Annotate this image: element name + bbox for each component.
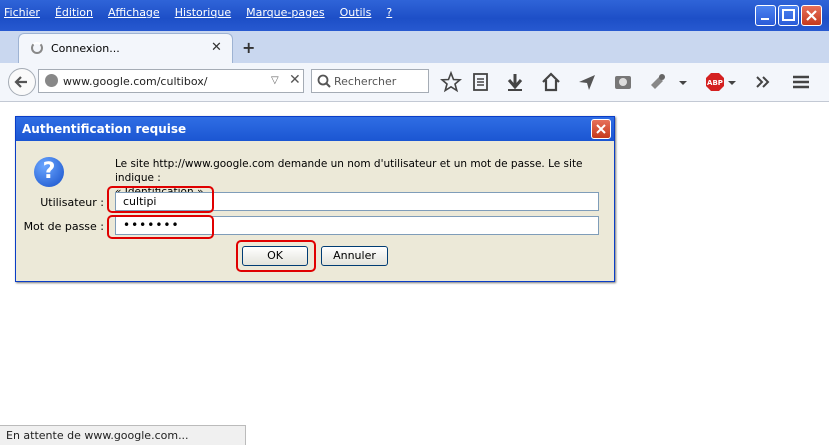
auth-dialog: Authentification requise ? Le site http:… (15, 116, 615, 282)
dialog-close-button[interactable] (591, 119, 611, 139)
menu-fichier[interactable]: Fichier (4, 6, 40, 22)
close-icon (596, 124, 606, 134)
dialog-titlebar: Authentification requise (16, 117, 614, 141)
new-tab-icon[interactable]: + (242, 38, 255, 57)
message-line-1: Le site http://www.google.com demande un… (115, 158, 583, 184)
hamburger-menu-icon[interactable] (790, 71, 812, 93)
minimize-icon (761, 18, 769, 20)
extension-icon[interactable] (647, 71, 669, 93)
search-bar[interactable]: Rechercher (311, 69, 429, 93)
question-icon: ? (34, 157, 64, 187)
globe-icon (45, 74, 58, 87)
tab-connexion[interactable]: Connexion... ✕ (18, 33, 233, 63)
search-placeholder: Rechercher (334, 75, 397, 88)
menubar: Fichier Édition Affichage Historique Mar… (4, 6, 407, 22)
tab-strip: Connexion... ✕ (0, 31, 829, 63)
url-dropdown-icon[interactable]: ▽ (271, 75, 279, 86)
dialog-body: ? Le site http://www.google.com demande … (20, 145, 610, 277)
back-arrow-icon (14, 76, 27, 88)
overflow-chevron-icon[interactable] (752, 71, 774, 93)
search-icon (317, 74, 331, 88)
cancel-button[interactable]: Annuler (321, 246, 388, 266)
screenshot-icon[interactable] (612, 71, 634, 93)
username-label: Utilisateur : (40, 196, 104, 209)
username-highlight (107, 186, 214, 213)
bookmark-star-icon[interactable] (440, 71, 462, 93)
tab-close-icon[interactable]: ✕ (211, 40, 222, 55)
password-label: Mot de passe : (23, 220, 104, 233)
menu-marque-pages[interactable]: Marque-pages (246, 6, 324, 22)
adblock-dropdown-icon[interactable] (726, 71, 738, 93)
maximize-button[interactable] (778, 5, 799, 26)
password-highlight (107, 215, 214, 239)
stop-icon[interactable]: ✕ (289, 72, 301, 88)
url-text[interactable]: www.google.com/cultibox/ (63, 75, 207, 88)
chevron-down-icon[interactable] (676, 71, 690, 93)
menu-outils[interactable]: Outils (340, 6, 372, 22)
url-bar[interactable]: www.google.com/cultibox/ ▽ ✕ (38, 69, 304, 93)
menu-affichage[interactable]: Affichage (108, 6, 160, 22)
ok-highlight (236, 240, 316, 272)
menu-help[interactable]: ? (386, 6, 392, 22)
adblock-icon[interactable]: ABP (704, 71, 726, 93)
status-text: En attente de www.google.com... (6, 429, 189, 442)
status-bar: En attente de www.google.com... (0, 425, 246, 445)
back-button[interactable] (8, 68, 36, 96)
send-icon[interactable] (576, 71, 598, 93)
navigation-toolbar: www.google.com/cultibox/ ▽ ✕ Rechercher … (0, 63, 829, 102)
menu-edition[interactable]: Édition (55, 6, 93, 22)
home-icon[interactable] (540, 71, 562, 93)
download-icon[interactable] (504, 71, 526, 93)
dialog-title: Authentification requise (22, 122, 187, 136)
maximize-icon (782, 9, 795, 21)
menu-historique[interactable]: Historique (175, 6, 231, 22)
svg-text:ABP: ABP (707, 79, 723, 87)
reading-list-icon[interactable] (470, 71, 492, 93)
minimize-button[interactable] (755, 5, 776, 26)
window-titlebar: Fichier Édition Affichage Historique Mar… (0, 0, 829, 31)
close-window-button[interactable] (801, 5, 822, 26)
tab-title: Connexion... (51, 42, 120, 55)
close-icon (806, 10, 817, 21)
loading-icon (31, 42, 43, 54)
